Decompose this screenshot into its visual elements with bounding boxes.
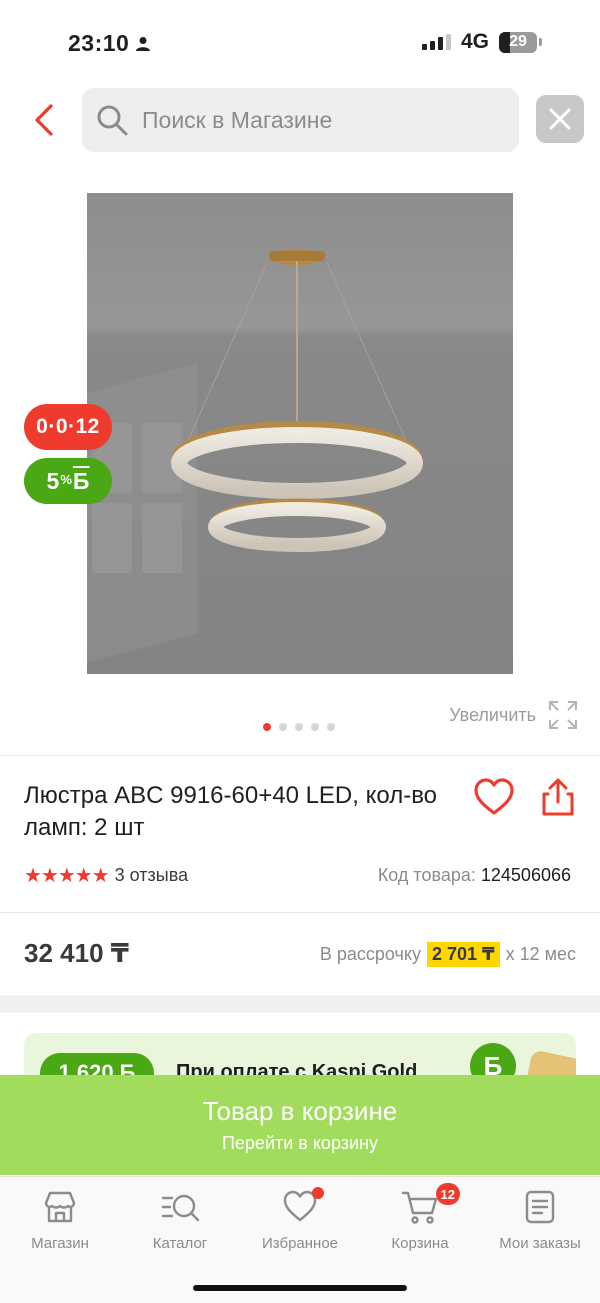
zoom-button[interactable]: Увеличить xyxy=(449,700,578,730)
heart-icon xyxy=(474,778,514,815)
sku-label: Код товара: xyxy=(377,865,476,885)
section-separator xyxy=(0,995,600,1013)
cart-count-badge: 12 xyxy=(435,1183,460,1205)
tab-label: Магазин xyxy=(31,1235,89,1252)
sku: Код товара: 124506066 xyxy=(378,865,571,886)
gallery-dot[interactable] xyxy=(311,723,319,731)
tab-label: Каталог xyxy=(152,1235,208,1252)
gallery-dot[interactable] xyxy=(327,723,335,731)
tab-bar: Магазин Каталог Избранное 12 Корзина Мои… xyxy=(0,1176,600,1303)
favorite-button[interactable] xyxy=(472,776,516,820)
in-cart-title: Товар в корзине xyxy=(202,1096,398,1126)
divider xyxy=(0,755,600,756)
tab-store[interactable]: Магазин xyxy=(0,1187,120,1252)
tab-catalog[interactable]: Каталог xyxy=(120,1187,240,1252)
gallery-dot[interactable] xyxy=(279,723,287,731)
search-input[interactable] xyxy=(142,106,502,134)
person-icon xyxy=(136,36,151,51)
share-icon xyxy=(542,778,574,816)
tab-favorites[interactable]: Избранное xyxy=(240,1187,360,1252)
in-cart-banner[interactable]: Товар в корзине Перейти в корзину xyxy=(0,1075,600,1175)
chandelier-image xyxy=(87,193,513,674)
close-icon xyxy=(549,108,571,130)
tab-orders[interactable]: Мои заказы xyxy=(480,1187,600,1252)
home-indicator[interactable] xyxy=(193,1285,407,1291)
catalog-search-icon xyxy=(161,1194,200,1222)
battery-tip xyxy=(539,38,542,46)
installment-info[interactable]: В рассрочку 2 701 ₸ х 12 мес xyxy=(320,942,576,967)
bonus-percent-sign: % xyxy=(60,471,72,487)
installment-amount: 2 701 ₸ xyxy=(427,942,500,967)
installment-term: х 12 мес xyxy=(505,944,576,964)
signal-icon xyxy=(421,34,451,50)
search-bar[interactable] xyxy=(82,88,519,152)
stars-icon: ★★★★★ xyxy=(24,865,110,887)
tab-cart[interactable]: 12 Корзина xyxy=(360,1183,480,1252)
credit-badge: 0·0·12 xyxy=(24,404,112,450)
battery-level: 29 xyxy=(509,33,527,50)
sku-value: 124506066 xyxy=(480,865,571,885)
gallery-dot[interactable] xyxy=(263,723,271,731)
gallery-dots[interactable] xyxy=(263,723,335,731)
back-button[interactable] xyxy=(22,98,66,142)
zoom-label: Увеличить xyxy=(449,704,536,725)
notification-dot xyxy=(312,1187,324,1199)
orders-icon xyxy=(525,1190,555,1224)
tab-label: Избранное xyxy=(261,1235,339,1252)
bonus-currency: Б xyxy=(72,467,90,494)
rating[interactable]: ★★★★★ 3 отзыва xyxy=(24,863,188,888)
product-title: Люстра ABC 9916-60+40 LED, кол-во ламп: … xyxy=(24,782,438,841)
gallery-dot[interactable] xyxy=(295,723,303,731)
bonus-percent: 5 xyxy=(46,467,60,494)
close-button[interactable] xyxy=(536,95,584,143)
expand-icon xyxy=(549,701,577,729)
product-image[interactable] xyxy=(87,193,513,674)
search-icon xyxy=(97,105,128,136)
tab-label: Корзина xyxy=(391,1235,449,1252)
go-to-cart-link[interactable]: Перейти в корзину xyxy=(222,1133,378,1154)
share-button[interactable] xyxy=(536,776,580,820)
status-indicators: 4G 29 xyxy=(421,30,542,54)
installment-label: В рассрочку xyxy=(319,944,421,964)
status-time: 23:10 xyxy=(68,30,151,57)
store-icon xyxy=(44,1191,76,1223)
network-label: 4G xyxy=(460,30,489,53)
bonus-badge: 5% Б xyxy=(24,458,112,504)
battery-icon: 29 xyxy=(499,31,537,53)
cart-icon xyxy=(401,1191,438,1224)
tab-label: Мои заказы xyxy=(499,1235,581,1252)
chevron-left-icon xyxy=(35,104,53,136)
price: 32 410 ₸ xyxy=(24,938,129,968)
divider xyxy=(0,912,600,913)
reviews-count: 3 отзыва xyxy=(114,865,189,885)
